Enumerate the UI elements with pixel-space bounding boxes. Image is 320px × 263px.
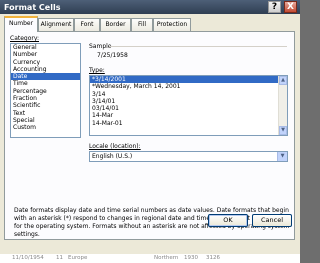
category-item-percentage[interactable]: Percentage <box>11 88 80 95</box>
chevron-down-icon[interactable]: ▼ <box>277 152 287 161</box>
category-item-accounting[interactable]: Accounting <box>11 66 80 73</box>
locale-value: English (U.S.) <box>92 153 133 160</box>
type-list-scrollbar[interactable]: ▲ ▼ <box>278 76 287 135</box>
help-button[interactable]: ? <box>268 1 281 13</box>
scroll-down-icon[interactable]: ▼ <box>279 126 287 135</box>
type-item[interactable]: 14-Mar <box>90 112 287 119</box>
category-item-fraction[interactable]: Fraction <box>11 95 80 102</box>
tab-protection[interactable]: Protection <box>153 18 191 31</box>
tab-alignment[interactable]: Alignment <box>38 18 74 31</box>
background-sheet-row: 11/10/1954 11 Europe Northern 1930 3126 <box>0 254 300 263</box>
type-item[interactable]: *3/14/2001 <box>90 76 287 84</box>
type-item[interactable]: 03/14/01 <box>90 105 287 112</box>
type-item[interactable]: 3/14/01 <box>90 98 287 105</box>
close-button[interactable]: X <box>284 1 297 13</box>
sheet-cell: 3126 <box>206 255 220 261</box>
type-item[interactable]: 3/14 <box>90 91 287 98</box>
window-title: Format Cells <box>4 3 61 12</box>
format-cells-dialog: Number Alignment Font Border Fill Protec… <box>0 14 300 263</box>
category-item-custom[interactable]: Custom <box>11 124 80 131</box>
tab-fill[interactable]: Fill <box>131 18 153 31</box>
tab-font[interactable]: Font <box>74 18 100 31</box>
category-list[interactable]: General Number Currency Accounting Date … <box>10 43 81 138</box>
format-description: Date formats display date and time seria… <box>14 207 291 238</box>
sheet-cell: Northern <box>154 255 179 261</box>
type-item[interactable]: 14-Mar-01 <box>90 120 287 127</box>
tab-border[interactable]: Border <box>100 18 131 31</box>
category-item-date[interactable]: Date <box>11 73 80 81</box>
sheet-cell: Europe <box>68 255 88 261</box>
locale-label: Locale (location): <box>89 143 141 150</box>
type-list[interactable]: *3/14/2001 *Wednesday, March 14, 2001 3/… <box>89 75 288 136</box>
type-item[interactable]: *Wednesday, March 14, 2001 <box>90 83 287 90</box>
sheet-cell: 1930 <box>184 255 198 261</box>
ok-button[interactable]: OK <box>208 214 248 227</box>
scroll-up-icon[interactable]: ▲ <box>279 76 287 85</box>
sheet-cell: 11/10/1954 <box>12 255 44 261</box>
type-label: Type: <box>89 67 105 74</box>
category-item-special[interactable]: Special <box>11 117 80 124</box>
category-item-general[interactable]: General <box>11 44 80 51</box>
category-item-number[interactable]: Number <box>11 51 80 58</box>
locale-dropdown[interactable]: English (U.S.) ▼ <box>89 151 288 162</box>
tab-number[interactable]: Number <box>4 16 38 32</box>
category-item-currency[interactable]: Currency <box>11 59 80 66</box>
cancel-button[interactable]: Cancel <box>252 214 292 227</box>
number-tab-panel: Category: General Number Currency Accoun… <box>4 31 295 240</box>
sample-value: 7/25/1958 <box>97 52 128 59</box>
category-item-scientific[interactable]: Scientific <box>11 102 80 109</box>
category-label: Category: <box>10 35 39 42</box>
category-item-text[interactable]: Text <box>11 110 80 117</box>
sample-divider <box>109 46 287 47</box>
title-bar[interactable]: Format Cells ? X <box>0 0 300 14</box>
sheet-cell: 11 <box>56 255 63 261</box>
category-item-time[interactable]: Time <box>11 80 80 87</box>
